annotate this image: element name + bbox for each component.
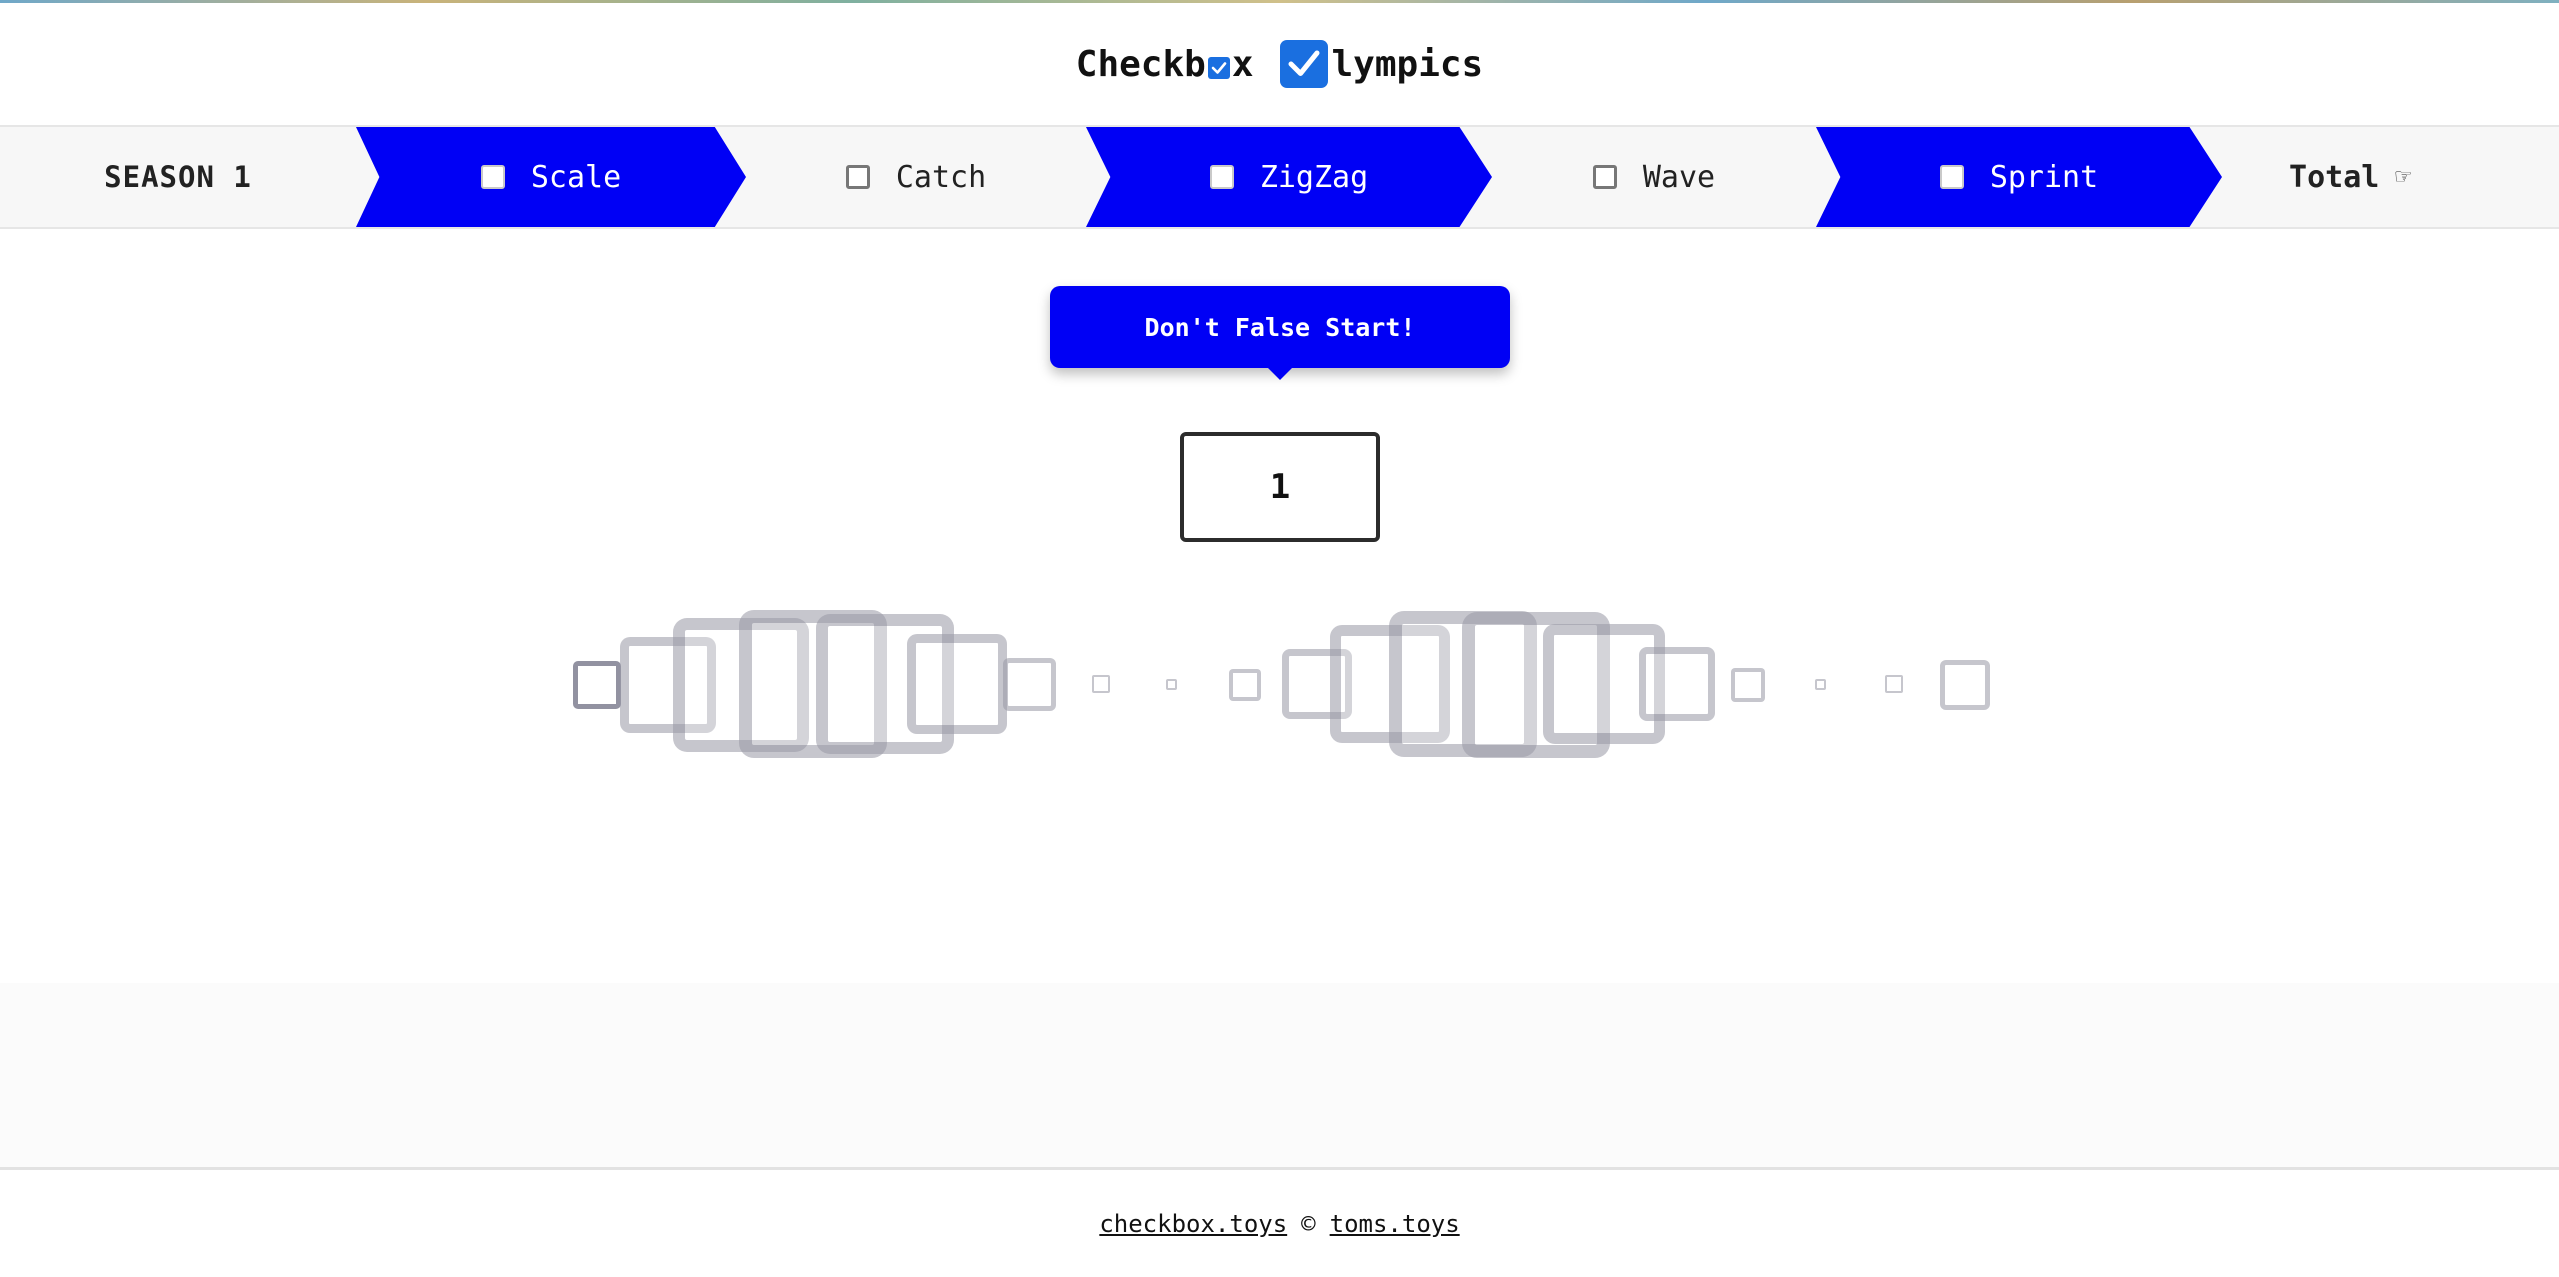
- wave-checkbox[interactable]: [1003, 658, 1056, 711]
- copyright-symbol: ©: [1301, 1209, 1316, 1238]
- tab-scale-label: Scale: [530, 159, 622, 195]
- wave-checkbox[interactable]: [1092, 675, 1110, 693]
- site-footer: checkbox.toys © toms.toys: [0, 1170, 2559, 1277]
- footer-link-toms-toys[interactable]: toms.toys: [1330, 1210, 1460, 1238]
- wave-checkbox[interactable]: [1639, 647, 1715, 721]
- tab-catch-label: Catch: [895, 159, 987, 195]
- wave-checkbox[interactable]: [1940, 660, 1990, 710]
- tab-sprint[interactable]: Sprint: [1816, 127, 2222, 227]
- wave-checkbox[interactable]: [1731, 668, 1765, 702]
- tab-wave-checkbox[interactable]: [1592, 165, 1617, 189]
- tab-zigzag[interactable]: ZigZag: [1086, 127, 1492, 227]
- events-nav: SEASON 1 Scale Catch ZigZag Wave Sprint …: [0, 125, 2559, 229]
- footer-link-checkbox-toys[interactable]: checkbox.toys: [1099, 1210, 1287, 1238]
- season-label: SEASON 1: [104, 160, 252, 194]
- tab-zigzag-checkbox[interactable]: [1209, 165, 1234, 189]
- total-label: Total: [2289, 159, 2380, 195]
- checkbox-counter: 1: [1180, 432, 1380, 542]
- tab-scale[interactable]: Scale: [356, 127, 746, 227]
- wave-checkbox[interactable]: [907, 634, 1007, 734]
- wave-checkbox[interactable]: [1229, 669, 1261, 701]
- tab-scale-checkbox[interactable]: [480, 165, 505, 189]
- wave-checkbox[interactable]: [573, 661, 621, 709]
- logo-mini-checkbox-icon: [1207, 57, 1230, 79]
- tab-zigzag-label: ZigZag: [1259, 159, 1369, 195]
- tab-wave[interactable]: Wave: [1492, 127, 1816, 227]
- tab-sprint-label: Sprint: [1989, 159, 2099, 195]
- logo-big-checkbox-icon: [1279, 40, 1328, 88]
- logo-text-part2: x: [1231, 43, 1254, 85]
- logo-text-part3: lympics: [1331, 43, 1484, 85]
- tab-catch-checkbox[interactable]: [845, 165, 870, 189]
- tab-catch[interactable]: Catch: [746, 127, 1086, 227]
- site-header: Checkb x lympics: [0, 3, 2559, 125]
- tab-wave-label: Wave: [1642, 159, 1716, 195]
- site-logo[interactable]: Checkb x lympics: [1076, 40, 1483, 88]
- logo-text-part1: Checkb: [1075, 43, 1206, 85]
- pointing-hand-icon: ☞: [2395, 162, 2411, 192]
- tab-sprint-checkbox[interactable]: [1939, 165, 1964, 189]
- wave-checkbox[interactable]: [1166, 679, 1177, 690]
- wave-checkbox[interactable]: [1885, 675, 1903, 693]
- tab-total[interactable]: Total ☞: [2200, 127, 2500, 227]
- wave-checkbox[interactable]: [1815, 679, 1826, 690]
- false-start-tooltip: Don't False Start!: [1050, 286, 1510, 380]
- page-bottom-band: [0, 983, 2559, 1170]
